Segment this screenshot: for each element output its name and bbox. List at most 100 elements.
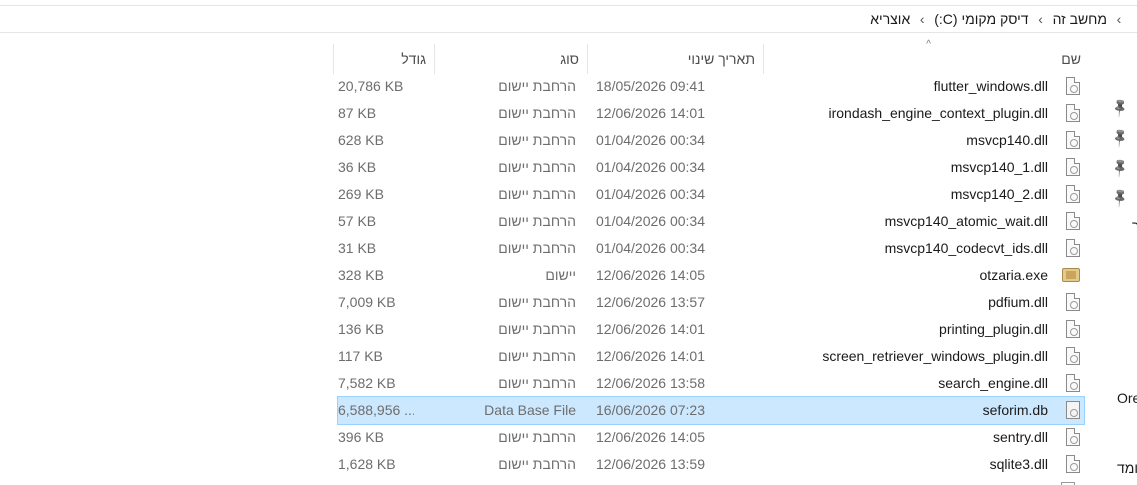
- file-date-modified: 01/04/2026 00:34: [596, 186, 705, 202]
- file-name: sentry.dll: [993, 429, 1048, 445]
- file-type: הרחבת יישום: [498, 429, 576, 445]
- file-row[interactable]: screen_retriever_windows_plugin.dll 12/06…: [338, 343, 1084, 370]
- dll-file-icon: [1066, 239, 1080, 257]
- file-date-modified: 12/06/2026 13:59: [596, 456, 705, 472]
- dll-file-icon: [1066, 347, 1080, 365]
- dll-file-icon: [1066, 293, 1080, 311]
- file-size: 31 KB: [338, 240, 377, 256]
- file-row[interactable]: sqlite3.dll 12/06/2026 13:59 הרחבת יישום 1,…: [338, 451, 1084, 478]
- file-row[interactable]: irondash_engine_context_plugin.dll 12/06/…: [338, 100, 1084, 127]
- chevron-left-icon[interactable]: ›: [1111, 11, 1127, 27]
- breadcrumb-item-this-pc[interactable]: מחשב זה: [1049, 11, 1111, 27]
- file-row[interactable]: pdfium.dll 12/06/2026 13:57 הרחבת יישום 7,0…: [338, 289, 1084, 316]
- file-row[interactable]: msvcp140_1.dll 01/04/2026 00:34 הרחבת יישו…: [338, 154, 1084, 181]
- file-name: sqlite3.dll: [989, 456, 1048, 472]
- breadcrumb-item-otzaria[interactable]: אוצריא: [866, 11, 914, 27]
- db-file-icon: [1066, 401, 1080, 419]
- file-type: הרחבת יישום: [498, 78, 576, 94]
- file-size: 396 KB: [338, 429, 384, 445]
- column-header-type[interactable]: סוג: [435, 44, 587, 74]
- breadcrumb-item-local-disk[interactable]: דיסק מקומי (C:): [930, 11, 1032, 27]
- file-date-modified: 16/06/2026 07:23: [596, 402, 705, 418]
- file-name: msvcp140_codecvt_ids.dll: [884, 240, 1048, 256]
- file-date-modified: 12/06/2026 13:58: [596, 375, 705, 391]
- chevron-left-icon[interactable]: ›: [1033, 11, 1049, 27]
- file-date-modified: 12/06/2026 14:01: [596, 348, 705, 364]
- file-name: irondash_engine_context_plugin.dll: [828, 105, 1048, 121]
- nav-pane-label-fragment[interactable]: ומד: [1117, 460, 1137, 476]
- file-date-modified: 01/04/2026 00:34: [596, 240, 705, 256]
- file-size: 117 KB: [338, 348, 383, 364]
- dll-file-icon: [1066, 185, 1080, 203]
- file-type: Data Base File: [484, 402, 576, 418]
- column-divider: [333, 44, 334, 74]
- pin-icon[interactable]: 📌: [1109, 187, 1132, 210]
- file-size: 36 KB: [338, 159, 377, 175]
- file-name: printing_plugin.dll: [939, 321, 1048, 337]
- file-type: הרחבת יישום: [498, 375, 576, 391]
- file-type: הרחבת יישום: [498, 348, 576, 364]
- pin-icon[interactable]: 📌: [1109, 127, 1132, 150]
- file-type: הרחבת יישום: [498, 213, 576, 229]
- column-header-date-modified[interactable]: תאריך שינוי: [588, 44, 763, 74]
- file-size: 628 KB: [338, 132, 384, 148]
- breadcrumb[interactable]: › מחשב זה › דיסק מקומי (C:) › אוצריא: [0, 5, 1137, 33]
- file-name: search_engine.dll: [938, 375, 1048, 391]
- nav-pane-label-fragment[interactable]: Ore: [1117, 390, 1137, 406]
- file-type: הרחבת יישום: [498, 321, 576, 337]
- file-date-modified: 12/06/2026 14:05: [596, 429, 705, 445]
- file-size: 87 KB: [338, 105, 377, 121]
- file-list[interactable]: ^ שם תאריך שינוי סוג גודל flutter_window…: [333, 38, 1089, 485]
- file-type: הרחבת יישום: [498, 159, 576, 175]
- column-header-name[interactable]: שם: [764, 44, 1089, 74]
- exe-app-icon: [1062, 268, 1080, 282]
- file-name: otzaria.exe: [979, 267, 1048, 283]
- file-size: 1,628 KB: [338, 456, 396, 472]
- file-name: pdfium.dll: [988, 294, 1048, 310]
- dll-file-icon: [1066, 455, 1080, 473]
- file-name: msvcp140.dll: [966, 132, 1048, 148]
- file-row[interactable]: printing_plugin.dll 12/06/2026 14:01 הרחבת…: [338, 316, 1084, 343]
- nav-pane-label-fragment[interactable]: ך: [1132, 218, 1137, 234]
- column-header-row: ^ שם תאריך שינוי סוג גודל: [333, 38, 1089, 74]
- file-type: הרחבת יישום: [498, 105, 576, 121]
- file-size: 57 KB: [338, 213, 377, 229]
- file-row[interactable]: msvcp140_atomic_wait.dll 01/04/2026 00:34…: [338, 208, 1084, 235]
- breadcrumb-label: מחשב זה: [1052, 10, 1107, 27]
- file-name: seforim.db: [982, 402, 1048, 418]
- file-type: הרחבת יישום: [498, 240, 576, 256]
- file-row[interactable]: sentry.dll 12/06/2026 14:05 הרחבת יישום 396…: [338, 424, 1084, 451]
- file-date-modified: 01/04/2026 00:34: [596, 132, 705, 148]
- file-type: הרחבת יישום: [498, 294, 576, 310]
- file-row[interactable]: search_engine.dll 12/06/2026 13:58 הרחבת י…: [338, 370, 1084, 397]
- file-size: 7,009 KB: [338, 294, 396, 310]
- file-row[interactable]: msvcp140_codecvt_ids.dll 01/04/2026 00:34…: [338, 235, 1084, 262]
- file-explorer-window: › מחשב זה › דיסק מקומי (C:) › אוצריא ^ ש…: [0, 0, 1137, 485]
- file-row[interactable]: flutter_windows.dll 18/05/2026 09:41 הרחבת…: [338, 73, 1084, 100]
- file-date-modified: 12/06/2026 14:01: [596, 105, 705, 121]
- file-type: הרחבת יישום: [498, 186, 576, 202]
- breadcrumb-label: אוצריא: [870, 10, 911, 27]
- file-size: 6,588,956 ...: [338, 402, 414, 418]
- column-divider[interactable]: [434, 44, 435, 74]
- pin-icon[interactable]: 📌: [1109, 157, 1132, 180]
- column-header-size[interactable]: גודל: [334, 44, 434, 74]
- dll-file-icon: [1066, 158, 1080, 176]
- file-date-modified: 01/04/2026 00:34: [596, 159, 705, 175]
- dll-file-icon: [1066, 428, 1080, 446]
- file-date-modified: 12/06/2026 14:05: [596, 267, 705, 283]
- file-row[interactable]: msvcp140.dll 01/04/2026 00:34 הרחבת יישום 6…: [338, 127, 1084, 154]
- dll-file-icon: [1066, 212, 1080, 230]
- file-date-modified: 12/06/2026 14:01: [596, 321, 705, 337]
- file-rows: flutter_windows.dll 18/05/2026 09:41 הרחבת…: [337, 73, 1085, 485]
- column-divider[interactable]: [587, 44, 588, 74]
- chevron-left-icon[interactable]: ›: [914, 11, 930, 27]
- dll-file-icon: [1066, 104, 1080, 122]
- file-row[interactable]: msvcp140_2.dll 01/04/2026 00:34 הרחבת יישו…: [338, 181, 1084, 208]
- file-row[interactable]: otzaria.exe 12/06/2026 14:05 יישום 328 KB: [338, 262, 1084, 289]
- file-type: יישום: [545, 267, 576, 283]
- quick-access-panel-edge: 📌 📌 📌 📌 ך Ore ומד: [1100, 38, 1137, 485]
- pin-icon[interactable]: 📌: [1109, 97, 1132, 120]
- file-row[interactable]: seforim.db 16/06/2026 07:23 Data Base File…: [337, 396, 1085, 425]
- column-divider[interactable]: [763, 44, 764, 74]
